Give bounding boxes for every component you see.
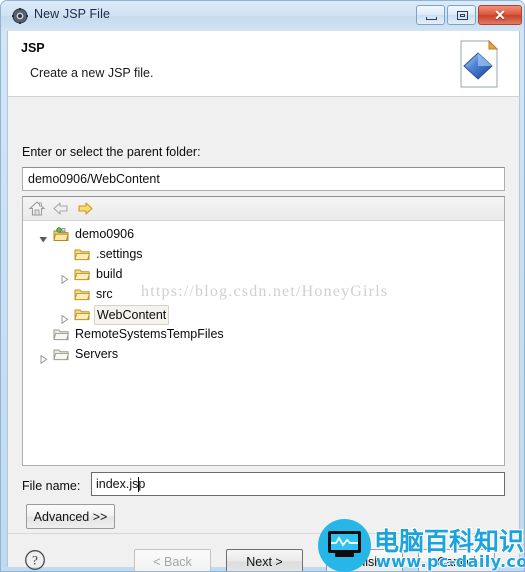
wizard-header: JSP Create a new JSP file. [8,31,519,97]
tree-toolbar [23,197,504,221]
tree-item-label: .settings [96,247,143,261]
tree-item-remotesystemstempfiles[interactable]: RemoteSystemsTempFiles [23,324,504,344]
window-title: New JSP File [34,7,110,21]
cancel-button[interactable]: Cancel [418,549,495,571]
folder-open-icon [74,307,91,322]
svg-text:?: ? [32,553,38,568]
project-folder-icon [53,227,69,242]
button-bar: ? < Back Next > Finish Cancel [8,534,519,571]
parent-folder-label: Enter or select the parent folder: [22,145,201,159]
title-bar: New JSP File ✕ [1,1,524,31]
advanced-button[interactable]: Advanced >> [26,504,115,529]
back-arrow-icon[interactable] [52,200,70,217]
home-icon[interactable] [28,200,46,217]
tree-item-label: build [96,267,123,281]
tree-item-src[interactable]: src [23,284,504,304]
tree-item-label: src [96,287,113,301]
tree-item-webcontent[interactable]: WebContent [23,304,504,325]
tree-item-demo0906[interactable]: demo0906 [23,224,504,244]
forward-arrow-icon[interactable] [76,200,94,217]
next-button[interactable]: Next > [226,549,303,571]
chevron-down-icon[interactable] [39,230,48,243]
minimize-button[interactable] [416,5,445,25]
chevron-right-icon[interactable] [39,350,48,365]
folder-open-icon [74,267,91,282]
dialog-window: New JSP File ✕ JSP Create a new JSP file… [0,0,525,572]
finish-button[interactable]: Finish [326,549,403,571]
minimize-icon [426,17,437,20]
back-button[interactable]: < Back [134,549,211,571]
maximize-button[interactable] [447,5,476,25]
tree-item-label: demo0906 [75,227,135,241]
dialog-client-area: JSP Create a new JSP file. Enter or sele… [7,31,520,571]
file-name-label: File name: [22,479,81,493]
parent-folder-input[interactable] [22,167,505,191]
window-controls: ✕ [416,5,522,25]
jsp-wizard-icon [12,8,28,24]
tree-item-settings[interactable]: .settings [23,244,504,264]
folder-grey-icon [53,347,70,362]
tree-item-label: Servers [75,347,119,361]
chevron-right-icon[interactable] [60,310,69,325]
file-name-input[interactable] [91,472,505,496]
tree-item-label: RemoteSystemsTempFiles [75,327,224,341]
folder-open-icon [74,247,91,262]
chevron-right-icon[interactable] [60,270,69,285]
folder-tree-panel[interactable]: demo0906 .settings build src WebContent Remot… [22,196,505,466]
help-icon[interactable]: ? [24,549,46,571]
wizard-body: Enter or select the parent folder: demo0… [8,97,519,533]
folder-tree[interactable]: demo0906 .settings build src WebContent Remot… [23,221,504,365]
page-subtitle: Create a new JSP file. [30,66,154,80]
folder-open-icon [74,287,91,302]
tree-item-build[interactable]: build [23,264,504,285]
text-caret [138,477,139,492]
close-icon: ✕ [494,7,506,23]
folder-grey-icon [53,327,70,342]
close-button[interactable]: ✕ [478,5,522,25]
tree-item-servers[interactable]: Servers [23,344,504,365]
maximize-icon [457,11,468,20]
jsp-page-icon [451,37,505,91]
page-title: JSP [21,41,45,55]
tree-item-label: WebContent [94,305,170,325]
